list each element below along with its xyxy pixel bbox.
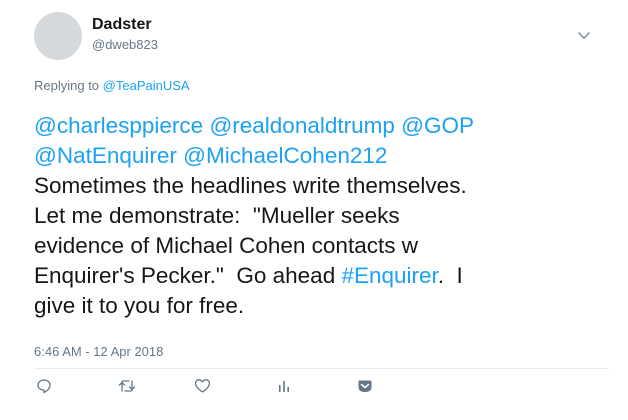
divider (34, 368, 609, 369)
mention-link[interactable]: @charlesppierce (34, 113, 203, 138)
mention-link[interactable]: @NatEnquirer (34, 143, 177, 168)
hashtag-link[interactable]: #Enquirer (341, 263, 437, 288)
mention-link[interactable]: @MichaelCohen212 (183, 143, 387, 168)
tweet-line-1: @charlesppierce @realdonaldtrump @GOP (34, 111, 614, 141)
author-handle[interactable]: @dweb823 (92, 36, 158, 54)
tweet-timestamp[interactable]: 6:46 AM - 12 Apr 2018 (34, 343, 163, 361)
replying-prefix: Replying to (34, 78, 100, 93)
tweet: Dadster @dweb823 Replying to @TeaPainUSA… (0, 0, 628, 420)
tweet-line-7: give it to you for free. (34, 293, 245, 318)
reply-icon[interactable] (34, 376, 54, 396)
mention-link[interactable]: @realdonaldtrump (209, 113, 394, 138)
tweet-line-5: evidence of Michael Cohen contacts w (34, 233, 418, 258)
tweet-text-segment: Enquirer's Pecker." Go ahead (34, 263, 342, 288)
author-name[interactable]: Dadster (92, 15, 152, 35)
tweet-line-3: Sometimes the headlines write themselves… (34, 173, 467, 198)
tweet-line-4: Let me demonstrate: "Mueller seeks (34, 203, 400, 228)
retweet-icon[interactable] (117, 376, 137, 396)
tweet-text-segment: . I (437, 263, 463, 288)
analytics-icon[interactable] (274, 376, 294, 396)
tweet-line-2: @NatEnquirer @MichaelCohen212 (34, 141, 614, 171)
replying-to: Replying to @TeaPainUSA (34, 77, 190, 95)
mention-link[interactable]: @GOP (401, 113, 474, 138)
tweet-text: @charlesppierce @realdonaldtrump @GOP @N… (34, 111, 614, 321)
heart-icon[interactable] (192, 376, 212, 396)
direct-message-icon[interactable] (355, 376, 375, 396)
tweet-line-6: Enquirer's Pecker." Go ahead #Enquirer. … (34, 261, 614, 291)
action-bar (0, 370, 628, 406)
chevron-down-icon[interactable] (574, 26, 594, 46)
replying-to-link[interactable]: @TeaPainUSA (103, 78, 190, 93)
avatar[interactable] (34, 12, 82, 60)
